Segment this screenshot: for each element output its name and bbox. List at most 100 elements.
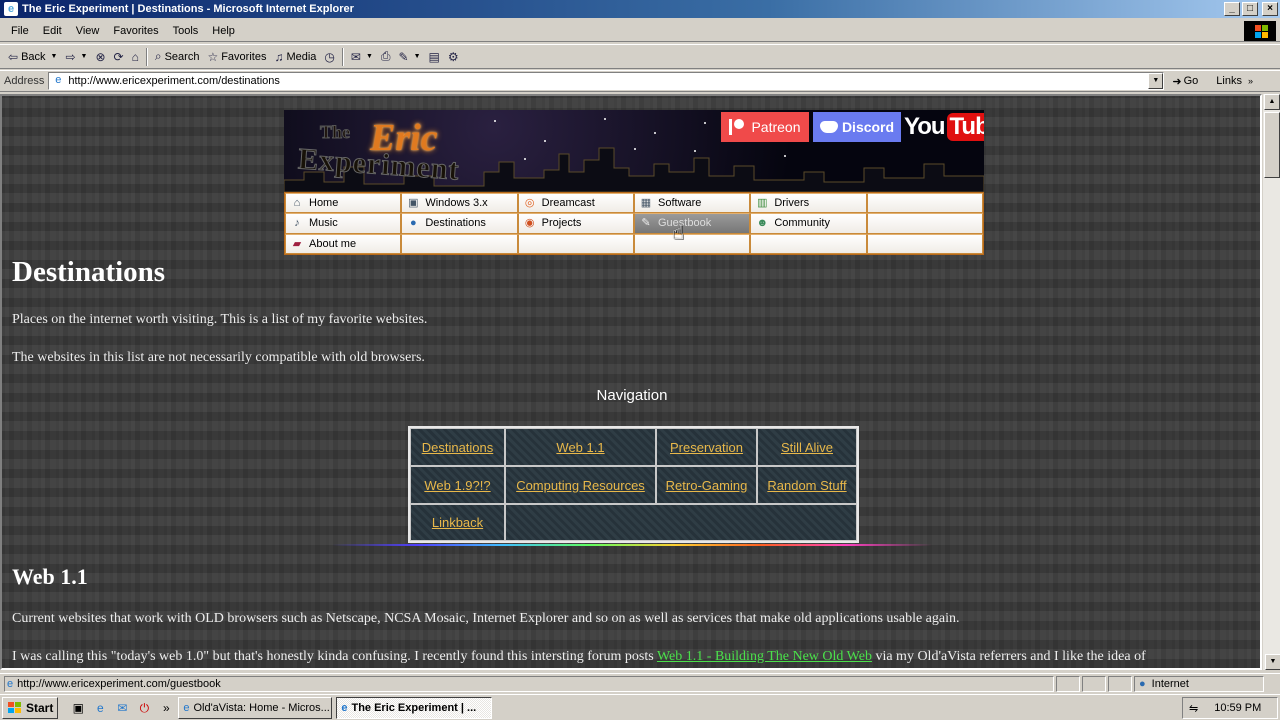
menu-file[interactable]: File (4, 23, 36, 39)
media-icon: ♫ (274, 49, 284, 64)
chevron-down-icon[interactable]: ▼ (366, 53, 373, 60)
outlook-icon[interactable]: ✉ (114, 700, 130, 716)
nav-link-web-1-9[interactable]: Web 1.9?!? (424, 478, 490, 493)
nav-link-random-stuff[interactable]: Random Stuff (767, 478, 846, 493)
nav-link-computing-resources[interactable]: Computing Resources (516, 478, 645, 493)
hand-cursor-icon: ☝ (672, 220, 685, 244)
site-nav-music[interactable]: ♪ Music (285, 213, 402, 234)
page-icon: e (55, 74, 62, 86)
print-button[interactable]: ⎙ (377, 47, 395, 66)
menu-favorites[interactable]: Favorites (106, 23, 165, 39)
mail-button[interactable]: ✉ ▼ (347, 48, 377, 66)
media-button[interactable]: ♫ Media (270, 48, 320, 66)
nav-link-retro-gaming[interactable]: Retro-Gaming (666, 478, 748, 493)
search-button[interactable]: ⌕ Search (151, 47, 204, 66)
minimize-button[interactable]: _ (1224, 2, 1240, 16)
web-1-1-article-link[interactable]: Web 1.1 - Building The New Old Web (657, 649, 872, 664)
messenger-button[interactable]: ⚙ (444, 48, 463, 66)
site-nav-software[interactable]: ▦ Software (634, 193, 751, 214)
site-nav-about-me[interactable]: ▰ About me (285, 233, 402, 254)
chevron-right-icon[interactable]: » (1248, 76, 1253, 86)
site-nav-dreamcast[interactable]: ◎ Dreamcast (517, 193, 634, 214)
drivers-icon: ▥ (757, 197, 768, 210)
address-dropdown-button[interactable]: ▼ (1148, 73, 1164, 89)
stop-button[interactable]: ⊗ (91, 48, 109, 66)
guestbook-icon: ✎ (641, 217, 651, 230)
nav-link-web-1-1[interactable]: Web 1.1 (556, 440, 604, 455)
menu-bar: File Edit View Favorites Tools Help (0, 20, 1280, 42)
go-button[interactable]: ➜ Go (1172, 75, 1198, 88)
site-nav-guestbook[interactable]: ✎ Guestbook (634, 213, 751, 234)
menu-edit[interactable]: Edit (36, 23, 69, 39)
discord-button[interactable]: Discord (813, 112, 901, 142)
forward-button[interactable]: ⇨ ▼ (61, 48, 91, 66)
toolbar-separator (341, 47, 344, 66)
section-paragraph-2: I was calling this "today's web 1.0" but… (12, 649, 1146, 664)
start-button[interactable]: Start (2, 696, 59, 719)
software-icon: ▦ (640, 197, 652, 210)
ie-icon: e (4, 2, 18, 16)
stop-icon[interactable]: ⏻ (136, 700, 152, 716)
quick-launch: ▣ e ✉ ⏻ » (70, 700, 174, 716)
patreon-icon (729, 119, 745, 135)
favorites-button[interactable]: ☆ Favorites (203, 48, 270, 66)
nav-cell: Retro-Gaming (656, 466, 757, 504)
nav-link-destinations[interactable]: Destinations (422, 440, 494, 455)
projects-icon: ◉ (524, 217, 535, 230)
patreon-button[interactable]: Patreon (721, 112, 809, 142)
home-button[interactable]: ⌂ (128, 48, 143, 66)
site-nav-destinations[interactable]: ● Destinations (401, 213, 518, 234)
menu-tools[interactable]: Tools (166, 23, 206, 39)
scroll-up-button[interactable]: ▲ (1264, 94, 1280, 110)
site-nav-home[interactable]: ⌂ Home (285, 193, 402, 214)
system-tray: ⇋ 10:59 PM (1182, 697, 1278, 719)
refresh-button[interactable]: ⟳ (110, 48, 128, 66)
site-nav-empty (866, 193, 983, 214)
refresh-icon: ⟳ (113, 49, 124, 64)
clock[interactable]: 10:59 PM (1214, 702, 1261, 714)
vertical-scrollbar[interactable]: ▲ ▼ (1262, 94, 1280, 670)
site-nav-drivers[interactable]: ▥ Drivers (750, 193, 867, 214)
history-button[interactable]: ◷ (320, 48, 338, 66)
page-content[interactable]: The Eric Experiment Patreon Discord You … (0, 94, 1262, 670)
chevron-down-icon[interactable]: ▼ (81, 53, 88, 60)
ie-icon[interactable]: e (92, 700, 108, 716)
discuss-icon: ▤ (428, 49, 440, 64)
menu-help[interactable]: Help (205, 23, 242, 39)
site-nav-empty (634, 233, 751, 254)
back-button[interactable]: ⇦ Back ▼ (4, 48, 61, 66)
network-icon[interactable]: ⇋ (1189, 702, 1198, 715)
home-icon: ⌂ (293, 197, 301, 210)
show-desktop-icon[interactable]: ▣ (70, 700, 86, 716)
address-url[interactable]: http://www.ericexperiment.com/destinatio… (68, 75, 280, 87)
nav-link-still-alive[interactable]: Still Alive (781, 440, 833, 455)
windows-flag-icon (7, 701, 23, 715)
chevron-down-icon[interactable]: ▼ (414, 53, 421, 60)
links-button[interactable]: Links (1216, 75, 1242, 87)
scroll-down-button[interactable]: ▼ (1265, 654, 1280, 670)
status-pane (1108, 675, 1132, 692)
menu-view[interactable]: View (69, 23, 107, 39)
maximize-button[interactable]: □ (1242, 2, 1258, 16)
chevron-down-icon[interactable]: ▼ (51, 53, 58, 60)
messenger-icon: ⚙ (447, 49, 459, 64)
nav-link-preservation[interactable]: Preservation (670, 440, 743, 455)
nav-link-linkback[interactable]: Linkback (432, 515, 483, 530)
site-nav-projects[interactable]: ◉ Projects (517, 213, 634, 234)
chevron-right-icon[interactable]: » (158, 700, 174, 716)
taskbar-item-oldavista[interactable]: e Old'aVista: Home - Micros... (178, 696, 333, 719)
site-nav-community[interactable]: ☻ Community (750, 213, 867, 234)
address-input[interactable]: e http://www.ericexperiment.com/destinat… (48, 72, 1165, 90)
history-icon: ◷ (324, 49, 335, 64)
close-button[interactable]: × (1262, 2, 1278, 16)
discuss-button[interactable]: ▤ (425, 48, 444, 66)
disclaimer-text: The websites in this list are not necess… (12, 350, 425, 365)
edit-button[interactable]: ✎ ▼ (395, 48, 425, 66)
youtube-button[interactable]: You Tube (904, 110, 984, 144)
address-label: Address (4, 75, 45, 87)
site-logo[interactable]: The Eric Experiment (292, 114, 482, 187)
search-icon: ⌕ (154, 49, 162, 63)
scroll-thumb[interactable] (1264, 112, 1280, 178)
taskbar-item-eric-experiment[interactable]: e The Eric Experiment | ... (336, 696, 493, 719)
site-nav-windows-3x[interactable]: ▣ Windows 3.x (401, 193, 518, 214)
